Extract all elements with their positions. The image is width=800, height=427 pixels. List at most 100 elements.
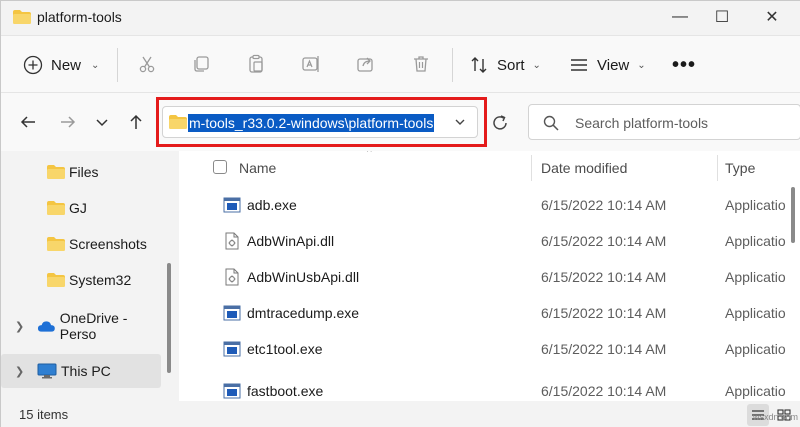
sidebar-item-system32[interactable]: System32	[1, 263, 161, 297]
file-name: etc1tool.exe	[247, 341, 323, 357]
sidebar-item-files[interactable]: Files	[1, 155, 161, 189]
paste-button[interactable]	[245, 53, 267, 75]
arrow-right-icon	[61, 116, 76, 128]
search-input[interactable]: Search platform-tools	[528, 104, 800, 140]
sidebar-item-this-pc[interactable]: ❯ This PC	[1, 354, 161, 388]
window-title: platform-tools	[37, 9, 122, 25]
copy-icon	[194, 56, 209, 72]
file-row[interactable]: fastboot.exe 6/15/2022 10:14 AM Applicat…	[179, 373, 800, 401]
cloud-icon	[37, 321, 55, 332]
arrow-left-icon	[20, 116, 35, 128]
sidebar-item-label: GJ	[69, 200, 87, 216]
rename-button[interactable]	[300, 53, 322, 75]
chevron-right-icon[interactable]: ❯	[15, 365, 24, 378]
refresh-icon	[493, 115, 507, 130]
sidebar-item-gj[interactable]: GJ	[1, 191, 161, 225]
sidebar-item-label: OneDrive - Perso	[59, 310, 128, 342]
file-row[interactable]: dmtracedump.exe 6/15/2022 10:14 AM Appli…	[179, 295, 800, 331]
address-bar[interactable]: m-tools_r33.0.2-windows\platform-tools	[162, 106, 478, 138]
folder-icon	[47, 237, 65, 251]
refresh-button[interactable]	[489, 112, 511, 134]
forward-button[interactable]	[57, 111, 79, 133]
folder-icon	[47, 165, 65, 179]
cut-button[interactable]	[136, 53, 158, 75]
share-icon	[357, 57, 373, 72]
chevron-down-icon: ⌄	[91, 59, 100, 71]
view-button[interactable]: View ⌄	[569, 50, 646, 80]
file-type: Applicatio	[725, 341, 786, 357]
column-header-label: Name	[239, 160, 277, 176]
close-button[interactable]: ✕	[749, 1, 795, 33]
clipboard-icon	[249, 54, 263, 73]
sidebar-scrollbar[interactable]	[167, 263, 171, 373]
back-button[interactable]	[17, 111, 39, 133]
close-icon: ✕	[765, 9, 779, 26]
file-list-scrollbar[interactable]	[791, 187, 795, 243]
file-type: Applicatio	[725, 197, 786, 213]
command-bar: New ⌄ Sort ⌄ View ⌄ •••	[1, 35, 800, 93]
search-placeholder: Search platform-tools	[575, 115, 709, 131]
sort-ascending-icon: ^	[367, 151, 372, 158]
delete-button[interactable]	[410, 53, 432, 75]
file-row[interactable]: AdbWinUsbApi.dll 6/15/2022 10:14 AM Appl…	[179, 259, 800, 295]
file-name: adb.exe	[247, 197, 297, 213]
arrow-up-icon	[130, 114, 142, 129]
file-list: ^ Name Date modified Type adb.exe 6/15/2…	[179, 151, 800, 401]
file-date: 6/15/2022 10:14 AM	[541, 341, 667, 357]
column-header-type[interactable]: Type	[725, 151, 755, 185]
more-options-button[interactable]: •••	[671, 50, 697, 80]
watermark: wsxdn.com	[753, 412, 799, 422]
column-header-name[interactable]: Name	[239, 151, 276, 185]
maximize-button[interactable]: ☐	[699, 1, 745, 33]
file-row[interactable]: etc1tool.exe 6/15/2022 10:14 AM Applicat…	[179, 331, 800, 367]
column-divider[interactable]	[531, 155, 532, 181]
exe-icon	[223, 305, 241, 321]
new-button[interactable]: New ⌄	[23, 50, 99, 80]
exe-icon	[223, 341, 241, 357]
column-header-label: Type	[725, 160, 756, 176]
file-row[interactable]: AdbWinApi.dll 6/15/2022 10:14 AM Applica…	[179, 223, 800, 259]
exe-icon	[223, 197, 241, 213]
computer-icon	[37, 363, 57, 379]
divider	[117, 48, 118, 82]
copy-button[interactable]	[190, 53, 212, 75]
folder-icon	[47, 273, 65, 287]
column-divider[interactable]	[717, 155, 718, 181]
column-header-date[interactable]: Date modified	[541, 151, 627, 185]
folder-icon	[13, 10, 31, 24]
chevron-down-icon: ⌄	[637, 59, 646, 71]
chevron-right-icon[interactable]: ❯	[15, 320, 24, 333]
file-date: 6/15/2022 10:14 AM	[541, 305, 667, 321]
sidebar-item-label: Files	[69, 164, 99, 180]
file-name: AdbWinApi.dll	[247, 233, 335, 249]
navigation-pane: Files GJ Screenshots System32 ❯ OneDrive…	[1, 151, 179, 401]
file-row[interactable]: adb.exe 6/15/2022 10:14 AM Applicatio	[179, 187, 800, 223]
sort-button[interactable]: Sort ⌄	[469, 50, 541, 80]
share-button[interactable]	[355, 53, 377, 75]
file-type: Applicatio	[725, 383, 786, 399]
view-label: View	[597, 56, 630, 74]
recent-locations-button[interactable]	[91, 111, 113, 133]
folder-icon	[47, 201, 65, 215]
file-date: 6/15/2022 10:14 AM	[541, 269, 667, 285]
chevron-down-icon: ⌄	[532, 59, 541, 71]
file-name: AdbWinUsbApi.dll	[247, 269, 360, 285]
up-button[interactable]	[125, 111, 147, 133]
explorer-window: platform-tools — ☐ ✕ New ⌄ Sort ⌄ View ⌄…	[0, 0, 800, 427]
scissors-icon	[139, 56, 155, 73]
item-count: 15 items	[19, 407, 69, 422]
address-path-text[interactable]: m-tools_r33.0.2-windows\platform-tools	[188, 114, 435, 132]
status-bar: 15 items	[1, 401, 800, 427]
file-name: dmtracedump.exe	[247, 305, 360, 321]
new-label: New	[51, 56, 82, 74]
view-list-icon	[571, 59, 587, 71]
plus-circle-icon	[23, 55, 43, 75]
maximize-icon: ☐	[714, 9, 730, 26]
sidebar-item-onedrive[interactable]: ❯ OneDrive - Perso	[1, 309, 161, 343]
trash-icon	[414, 56, 428, 72]
minimize-button[interactable]: —	[657, 1, 703, 33]
chevron-down-icon[interactable]	[453, 115, 467, 129]
file-date: 6/15/2022 10:14 AM	[541, 197, 667, 213]
sidebar-item-screenshots[interactable]: Screenshots	[1, 227, 161, 261]
select-all-checkbox[interactable]	[213, 160, 227, 174]
